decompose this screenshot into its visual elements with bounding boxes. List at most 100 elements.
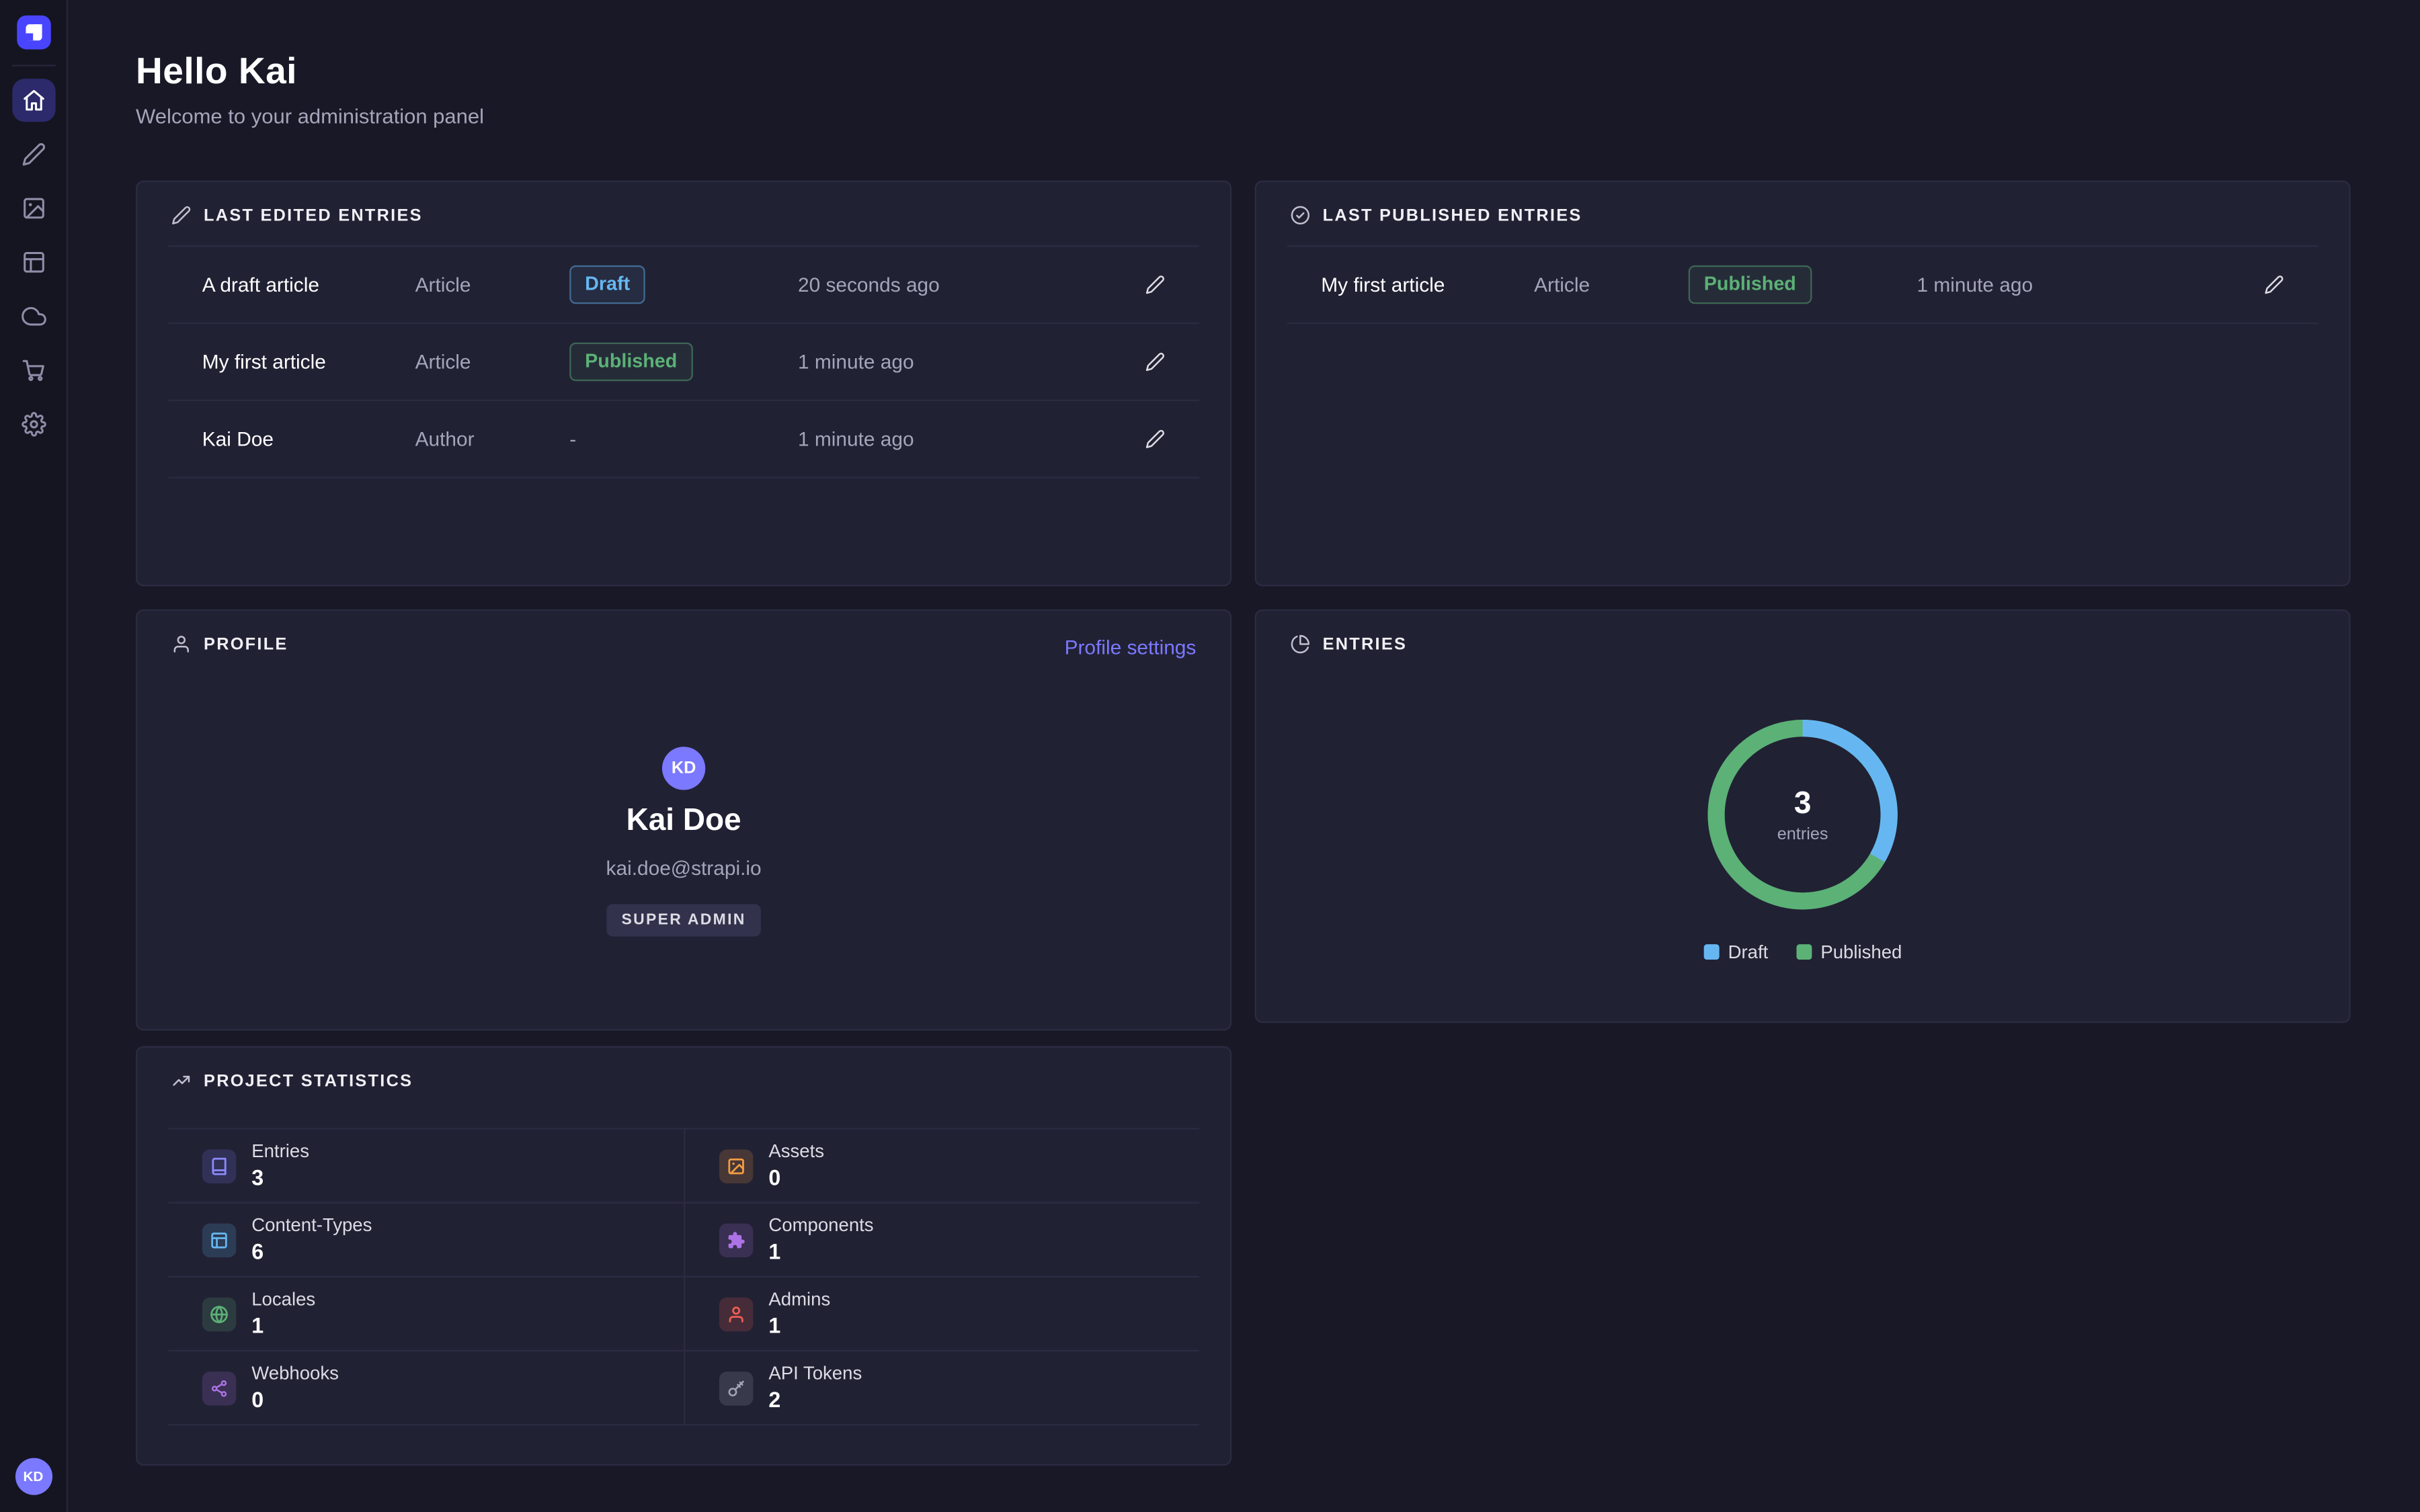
stat-value: 1 <box>251 1312 315 1339</box>
stat-content-types: Content-Types 6 <box>168 1204 684 1277</box>
entry-kind: Article <box>415 273 570 296</box>
entry-name: Kai Doe <box>202 427 415 450</box>
pie-chart-icon <box>1290 634 1310 655</box>
person-icon <box>171 634 192 655</box>
stat-components: Components 1 <box>684 1204 1199 1277</box>
entry-time: 1 minute ago <box>1917 273 2251 296</box>
stat-label: Webhooks <box>251 1362 339 1385</box>
status-badge: Published <box>1689 266 1812 304</box>
cloud-icon <box>21 304 46 329</box>
legend-label: Draft <box>1728 941 1769 963</box>
entries-unit: entries <box>1777 825 1828 843</box>
webhook-icon <box>202 1371 237 1405</box>
strapi-logo[interactable] <box>16 15 50 50</box>
status-badge: - <box>569 427 576 450</box>
stat-value: 1 <box>768 1312 830 1339</box>
check-circle-icon <box>1290 205 1310 225</box>
card-title: ENTRIES <box>1323 635 1408 654</box>
legend-label: Published <box>1820 941 1902 963</box>
entry-name: My first article <box>202 350 415 373</box>
stat-locales: Locales 1 <box>168 1277 684 1351</box>
stat-value: 0 <box>768 1163 824 1191</box>
profile-settings-link[interactable]: Profile settings <box>1065 636 1197 659</box>
status-badge: Draft <box>569 266 645 304</box>
stat-label: Components <box>768 1214 873 1237</box>
sidebar-item-settings[interactable] <box>11 403 54 446</box>
card-title: PROFILE <box>204 635 288 654</box>
stat-value: 0 <box>251 1386 339 1413</box>
profile-email: kai.doe@strapi.io <box>606 856 762 879</box>
sidebar-item-content-type-builder[interactable] <box>11 241 54 284</box>
entry-kind: Author <box>415 427 570 450</box>
stat-label: Admins <box>768 1288 830 1311</box>
published-swatch <box>1796 944 1812 960</box>
pencil-icon <box>171 205 192 225</box>
sidebar-item-marketplace[interactable] <box>11 349 54 392</box>
strapi-admin-dashboard: KD Hello Kai Welcome to your administrat… <box>0 0 2420 1512</box>
page-title: Hello Kai <box>136 51 484 94</box>
key-icon <box>719 1371 754 1405</box>
stat-label: Content-Types <box>251 1214 372 1237</box>
entry-time: 20 seconds ago <box>798 273 1131 296</box>
draft-swatch <box>1703 944 1719 960</box>
stat-value: 6 <box>251 1237 372 1265</box>
legend-item-published: Published <box>1796 941 1902 963</box>
page-header: Hello Kai Welcome to your administration… <box>136 51 484 128</box>
entry-kind: Article <box>1534 273 1689 296</box>
entry-kind: Article <box>415 350 570 373</box>
stat-assets: Assets 0 <box>684 1130 1199 1204</box>
profile-name: Kai Doe <box>627 804 741 839</box>
book-icon <box>202 1148 237 1183</box>
entry-name: My first article <box>1321 273 1534 296</box>
sidebar-item-media-library[interactable] <box>11 187 54 230</box>
main-sidebar: KD <box>0 0 68 1512</box>
status-badge: Published <box>569 343 692 381</box>
last-edited-entries-card: LAST EDITED ENTRIES A draft article Arti… <box>136 181 1232 587</box>
stat-entries: Entries 3 <box>168 1130 684 1204</box>
entries-donut-chart: 3 entries <box>1707 719 1898 911</box>
stat-label: Entries <box>251 1140 309 1163</box>
table-row: A draft article Article Draft 20 seconds… <box>168 247 1199 324</box>
edit-button[interactable] <box>1131 351 1166 372</box>
user-icon <box>719 1297 754 1331</box>
globe-icon <box>202 1297 237 1331</box>
avatar: KD <box>662 747 705 790</box>
layout-icon <box>202 1223 237 1257</box>
image-icon <box>719 1148 754 1183</box>
home-icon <box>21 88 46 113</box>
table-row: Kai Doe Author - 1 minute ago <box>168 401 1199 478</box>
chart-legend: Draft Published <box>1703 941 1902 963</box>
pencil-icon <box>21 142 46 167</box>
sidebar-item-home[interactable] <box>11 79 54 122</box>
stat-admins: Admins 1 <box>684 1277 1199 1351</box>
stat-label: Locales <box>251 1288 315 1311</box>
puzzle-icon <box>719 1223 754 1257</box>
role-badge: SUPER ADMIN <box>606 904 762 936</box>
edit-button[interactable] <box>2250 275 2284 295</box>
sidebar-divider <box>11 65 54 66</box>
card-title: LAST EDITED ENTRIES <box>204 206 423 225</box>
stat-value: 2 <box>768 1386 862 1413</box>
sidebar-item-content-manager[interactable] <box>11 132 54 175</box>
stat-label: Assets <box>768 1140 824 1163</box>
card-title: LAST PUBLISHED ENTRIES <box>1323 206 1582 225</box>
stat-label: API Tokens <box>768 1362 862 1385</box>
entries-count: 3 <box>1794 786 1812 822</box>
sidebar-item-deploy[interactable] <box>11 295 54 338</box>
layout-icon <box>21 250 46 275</box>
trending-up-icon <box>171 1070 192 1091</box>
cart-icon <box>21 358 46 383</box>
entry-time: 1 minute ago <box>798 350 1131 373</box>
stat-value: 3 <box>251 1163 309 1191</box>
user-avatar[interactable]: KD <box>15 1458 52 1495</box>
edit-button[interactable] <box>1131 429 1166 449</box>
entries-card: ENTRIES 3 entries Draft <box>1255 610 2351 1023</box>
entry-name: A draft article <box>202 273 415 296</box>
gear-icon <box>21 412 46 437</box>
stat-value: 1 <box>768 1237 873 1265</box>
stat-api-tokens: API Tokens 2 <box>684 1351 1199 1425</box>
stat-webhooks: Webhooks 0 <box>168 1351 684 1425</box>
edit-button[interactable] <box>1131 275 1166 295</box>
last-published-entries-card: LAST PUBLISHED ENTRIES My first article … <box>1255 181 2351 587</box>
table-row: My first article Article Published 1 min… <box>1287 247 2318 324</box>
